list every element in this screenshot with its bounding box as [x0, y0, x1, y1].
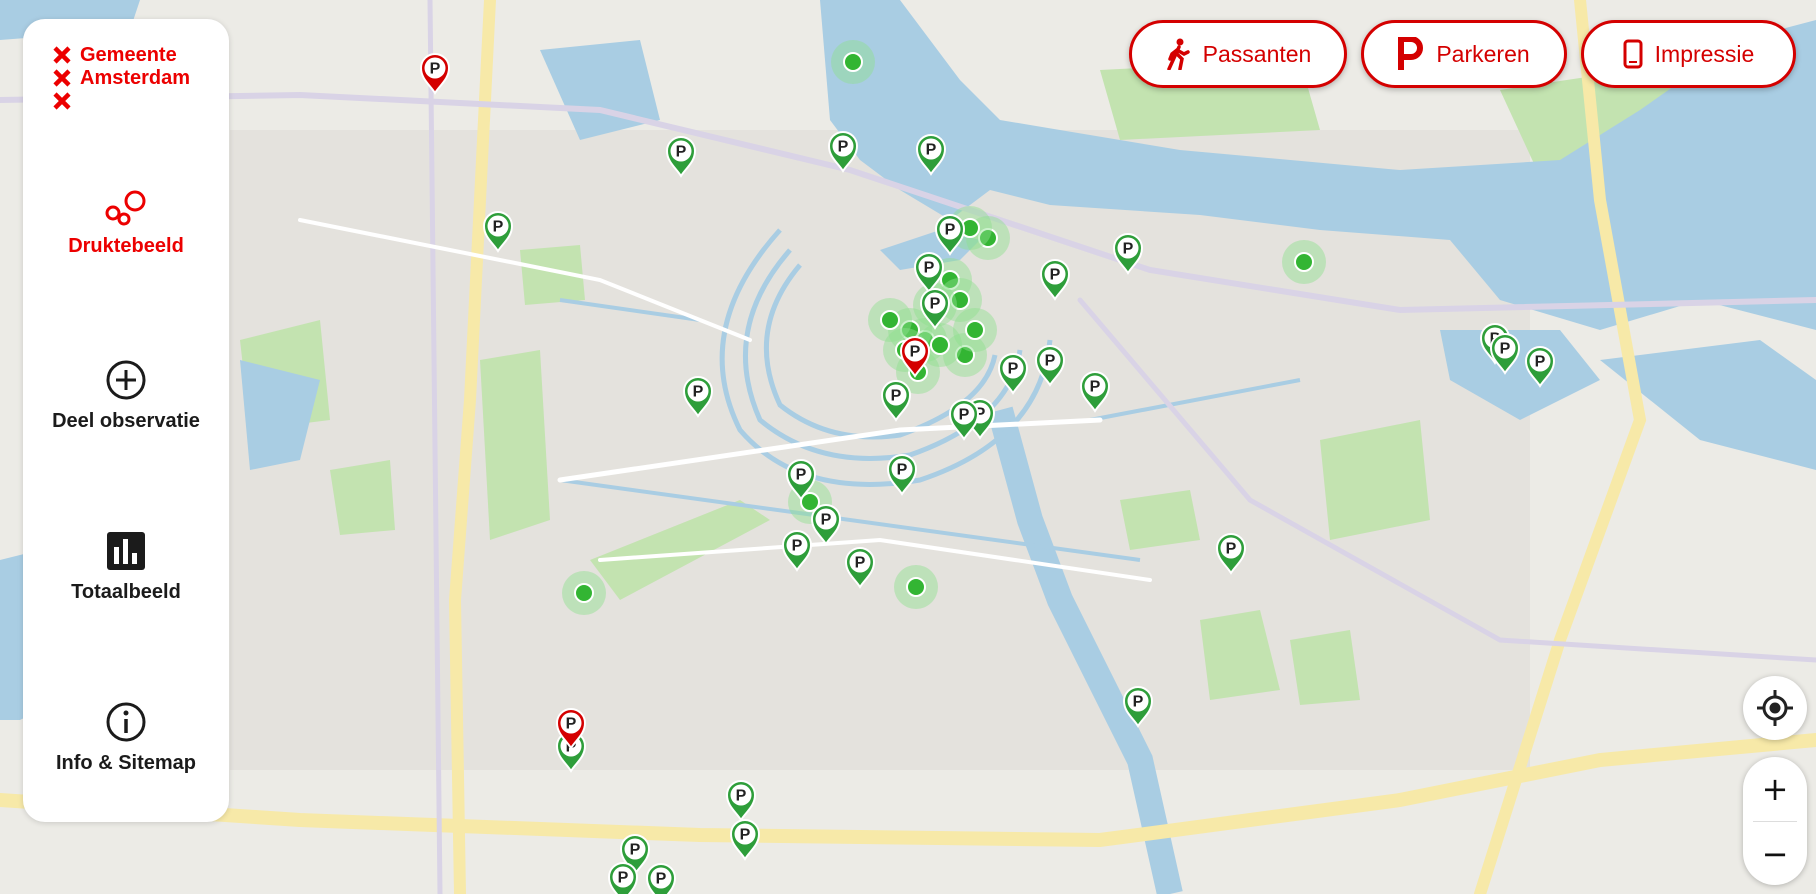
city-map[interactable]: PPPPPPPPPPPPPPPPPPPPPPPPPPPPPPPPPPP [0, 0, 1816, 894]
locate-me-button[interactable] [1743, 676, 1807, 740]
impressie-button[interactable]: Impressie [1581, 20, 1796, 88]
nav-label: Deel observatie [52, 410, 200, 432]
bar-chart-icon [107, 532, 145, 570]
nav-label: Info & Sitemap [55, 752, 196, 774]
button-label: Impressie [1654, 40, 1755, 67]
svg-text:P: P [1050, 267, 1061, 284]
svg-text:P: P [693, 384, 704, 401]
svg-text:P: P [566, 716, 577, 733]
svg-text:P: P [959, 407, 970, 424]
crowd-activity-dot[interactable] [831, 40, 875, 84]
svg-text:P: P [740, 827, 751, 844]
svg-text:P: P [930, 296, 941, 313]
svg-text:P: P [1133, 694, 1144, 711]
svg-text:P: P [796, 467, 807, 484]
svg-text:P: P [821, 512, 832, 529]
nav-label: Totaalbeeld [71, 581, 181, 603]
svg-text:P: P [792, 538, 803, 555]
logo-line2: Amsterdam [80, 66, 191, 89]
svg-text:P: P [1090, 379, 1101, 396]
crowd-activity-dot[interactable] [562, 571, 606, 615]
nav-deel-observatie[interactable]: Deel observatie [23, 358, 229, 433]
svg-text:P: P [926, 142, 937, 159]
svg-text:P: P [1500, 341, 1511, 358]
svg-text:P: P [910, 344, 921, 361]
zoom-out-button[interactable]: − [1743, 822, 1807, 885]
crowd-circles-icon [105, 190, 146, 226]
svg-text:P: P [855, 555, 866, 572]
crowd-activity-dot[interactable] [894, 565, 938, 609]
crowd-activity-dot[interactable] [1282, 240, 1326, 284]
zoom-in-button[interactable]: + [1743, 757, 1807, 821]
svg-text:P: P [924, 260, 935, 277]
parking-marker-green[interactable]: P [607, 862, 639, 894]
passanten-button[interactable]: Passanten [1129, 20, 1347, 88]
locate-crosshair-icon [1757, 690, 1793, 726]
nav-druktebeeld[interactable]: Druktebeeld [23, 187, 229, 258]
svg-text:P: P [1045, 353, 1056, 370]
svg-text:P: P [1535, 354, 1546, 371]
svg-text:P: P [736, 788, 747, 805]
plus-circle-icon [106, 360, 146, 400]
cross-logo-icon [53, 68, 71, 87]
parking-p-icon [1398, 37, 1424, 70]
sidebar: Gemeente Amsterdam Druktebeeld Deel obse… [23, 19, 229, 822]
nav-totaalbeeld[interactable]: Totaalbeeld [23, 529, 229, 604]
nav-label: Druktebeeld [68, 235, 184, 257]
nav-info-sitemap[interactable]: Info & Sitemap [23, 700, 229, 775]
svg-text:P: P [630, 842, 641, 859]
svg-text:P: P [656, 871, 667, 888]
parking-marker-green[interactable]: P [645, 863, 677, 894]
svg-text:P: P [838, 139, 849, 156]
info-circle-icon [106, 702, 146, 742]
parkeren-button[interactable]: Parkeren [1361, 20, 1567, 88]
svg-text:P: P [891, 388, 902, 405]
cross-logo-icon [53, 45, 71, 64]
svg-text:P: P [1008, 361, 1019, 378]
svg-text:P: P [493, 219, 504, 236]
phone-icon [1623, 39, 1643, 69]
svg-text:P: P [945, 222, 956, 239]
svg-text:P: P [1123, 241, 1134, 258]
zoom-control: + − [1743, 757, 1807, 885]
button-label: Passanten [1202, 40, 1312, 67]
crowd-activity-dot[interactable] [953, 308, 997, 352]
button-label: Parkeren [1436, 40, 1530, 67]
svg-text:P: P [676, 144, 687, 161]
pedestrian-icon [1166, 38, 1190, 70]
svg-text:P: P [618, 870, 629, 887]
cross-logo-icon [53, 91, 71, 110]
svg-text:P: P [897, 462, 908, 479]
logo-line1: Gemeente [80, 43, 177, 66]
gemeente-amsterdam-logo[interactable]: Gemeente Amsterdam [53, 43, 190, 112]
svg-text:P: P [430, 61, 441, 78]
svg-text:P: P [1226, 541, 1237, 558]
